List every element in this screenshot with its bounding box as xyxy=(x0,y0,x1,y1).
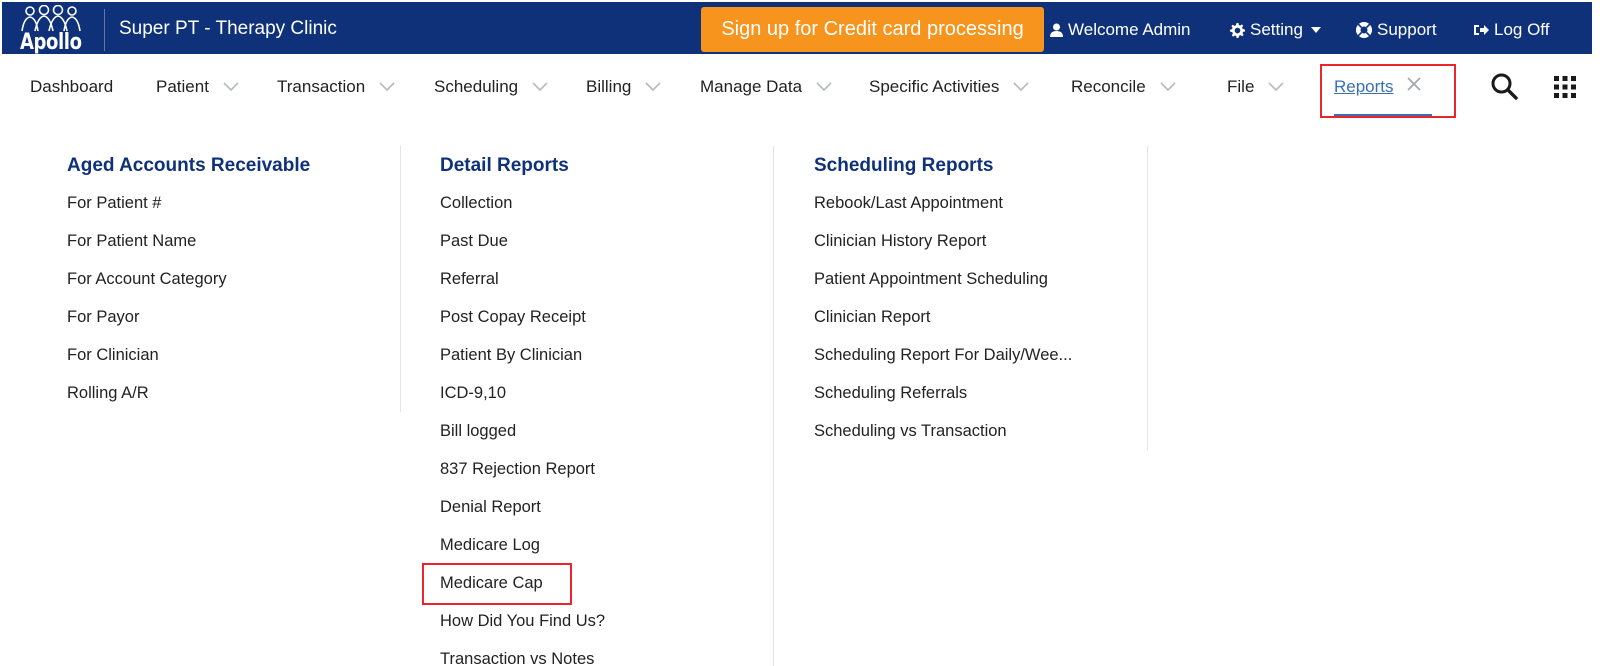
menu-item-scheduling-vs-transaction[interactable]: Scheduling vs Transaction xyxy=(814,422,1007,441)
nav-label: Reconcile xyxy=(1071,77,1146,96)
welcome-admin-link[interactable]: Welcome Admin xyxy=(1050,20,1191,40)
reports-active-underline xyxy=(1334,114,1432,116)
menu-item-rolling-ar[interactable]: Rolling A/R xyxy=(67,384,149,403)
menu-item-transaction-vs-notes[interactable]: Transaction vs Notes xyxy=(440,650,594,666)
nav-label: Scheduling xyxy=(434,77,519,96)
sign-out-icon xyxy=(1474,25,1489,35)
people-logo-icon xyxy=(21,5,81,32)
clinic-title: Super PT - Therapy Clinic xyxy=(119,18,337,39)
nav-billing[interactable]: Billing xyxy=(586,77,661,97)
chevron-down-icon xyxy=(1268,82,1284,92)
nav-label: Patient xyxy=(156,77,209,96)
chevron-down-icon xyxy=(379,82,395,92)
menu-item-collection[interactable]: Collection xyxy=(440,194,512,213)
menu-item-referral[interactable]: Referral xyxy=(440,270,499,289)
medicare-cap-highlight xyxy=(422,563,572,605)
credit-card-signup-button[interactable]: Sign up for Credit card processing xyxy=(701,7,1044,52)
gear-icon xyxy=(1230,22,1245,38)
menu-item-scheduling-report-daily-weekly[interactable]: Scheduling Report For Daily/Wee... xyxy=(814,346,1072,365)
menu-item-clinician-report[interactable]: Clinician Report xyxy=(814,308,930,327)
menu-item-for-clinician[interactable]: For Clinician xyxy=(67,346,159,365)
setting-label: Setting xyxy=(1250,20,1303,39)
nav-specific-activities[interactable]: Specific Activities xyxy=(869,77,1029,97)
nav-label: File xyxy=(1227,77,1255,96)
nav-scheduling[interactable]: Scheduling xyxy=(434,77,548,97)
welcome-label: Welcome Admin xyxy=(1068,20,1191,39)
menu-item-denial-report[interactable]: Denial Report xyxy=(440,498,541,517)
menu-item-for-account-category[interactable]: For Account Category xyxy=(67,270,227,289)
caret-down-icon xyxy=(1310,27,1321,33)
nav-reports[interactable]: Reports xyxy=(1334,77,1394,97)
chevron-down-icon xyxy=(816,82,832,92)
menu-item-post-copay-receipt[interactable]: Post Copay Receipt xyxy=(440,308,586,327)
menu-item-medicare-log[interactable]: Medicare Log xyxy=(440,536,540,555)
menu-item-patient-by-clinician[interactable]: Patient By Clinician xyxy=(440,346,582,365)
menu-item-rebook-last-appointment[interactable]: Rebook/Last Appointment xyxy=(814,194,1003,213)
close-icon[interactable] xyxy=(1406,76,1422,92)
menu-item-how-did-you-find-us[interactable]: How Did You Find Us? xyxy=(440,612,605,631)
chevron-down-icon xyxy=(1160,82,1176,92)
nav-transaction[interactable]: Transaction xyxy=(277,77,395,97)
apollo-logo[interactable]: Apollo xyxy=(18,5,92,55)
chevron-down-icon xyxy=(532,82,548,92)
chevron-down-icon xyxy=(223,82,239,92)
logo-divider xyxy=(104,9,105,51)
user-icon xyxy=(1050,23,1063,37)
nav-label: Specific Activities xyxy=(869,77,1000,96)
column-divider xyxy=(1147,146,1148,450)
scheduling-reports-heading: Scheduling Reports xyxy=(814,155,994,176)
top-header-bar: Apollo Super PT - Therapy Clinic Sign up… xyxy=(2,2,1592,55)
chevron-down-icon xyxy=(1013,82,1029,92)
chevron-down-icon xyxy=(645,82,661,92)
nav-label: Dashboard xyxy=(30,77,114,96)
nav-manage-data[interactable]: Manage Data xyxy=(700,77,832,97)
search-icon[interactable] xyxy=(1490,72,1518,100)
apps-grid-icon[interactable] xyxy=(1554,76,1576,98)
nav-dashboard[interactable]: Dashboard xyxy=(30,77,113,97)
menu-item-past-due[interactable]: Past Due xyxy=(440,232,508,251)
log-off-label: Log Off xyxy=(1494,20,1550,39)
menu-item-icd[interactable]: ICD-9,10 xyxy=(440,384,506,403)
nav-patient[interactable]: Patient xyxy=(156,77,239,97)
menu-item-patient-appointment-scheduling[interactable]: Patient Appointment Scheduling xyxy=(814,270,1048,289)
menu-item-scheduling-referrals[interactable]: Scheduling Referrals xyxy=(814,384,967,403)
support-label: Support xyxy=(1377,20,1437,39)
menu-item-bill-logged[interactable]: Bill logged xyxy=(440,422,516,441)
nav-label: Manage Data xyxy=(700,77,803,96)
menu-item-837-rejection-report[interactable]: 837 Rejection Report xyxy=(440,460,595,479)
column-divider xyxy=(400,146,401,412)
logo-text: Apollo xyxy=(20,30,82,55)
nav-label: Transaction xyxy=(277,77,366,96)
menu-item-clinician-history-report[interactable]: Clinician History Report xyxy=(814,232,986,251)
nav-reconcile[interactable]: Reconcile xyxy=(1071,77,1176,97)
lifebuoy-icon xyxy=(1356,22,1372,38)
menu-item-for-payor[interactable]: For Payor xyxy=(67,308,139,327)
detail-reports-heading: Detail Reports xyxy=(440,155,569,176)
menu-item-for-patient-name[interactable]: For Patient Name xyxy=(67,232,196,251)
support-link[interactable]: Support xyxy=(1356,20,1437,40)
setting-dropdown[interactable]: Setting xyxy=(1230,20,1321,40)
log-off-link[interactable]: Log Off xyxy=(1474,20,1549,40)
nav-file[interactable]: File xyxy=(1227,77,1284,97)
nav-label: Billing xyxy=(586,77,632,96)
column-divider xyxy=(773,146,774,666)
menu-item-for-patient-number[interactable]: For Patient # xyxy=(67,194,161,213)
aged-ar-heading: Aged Accounts Receivable xyxy=(67,155,311,176)
